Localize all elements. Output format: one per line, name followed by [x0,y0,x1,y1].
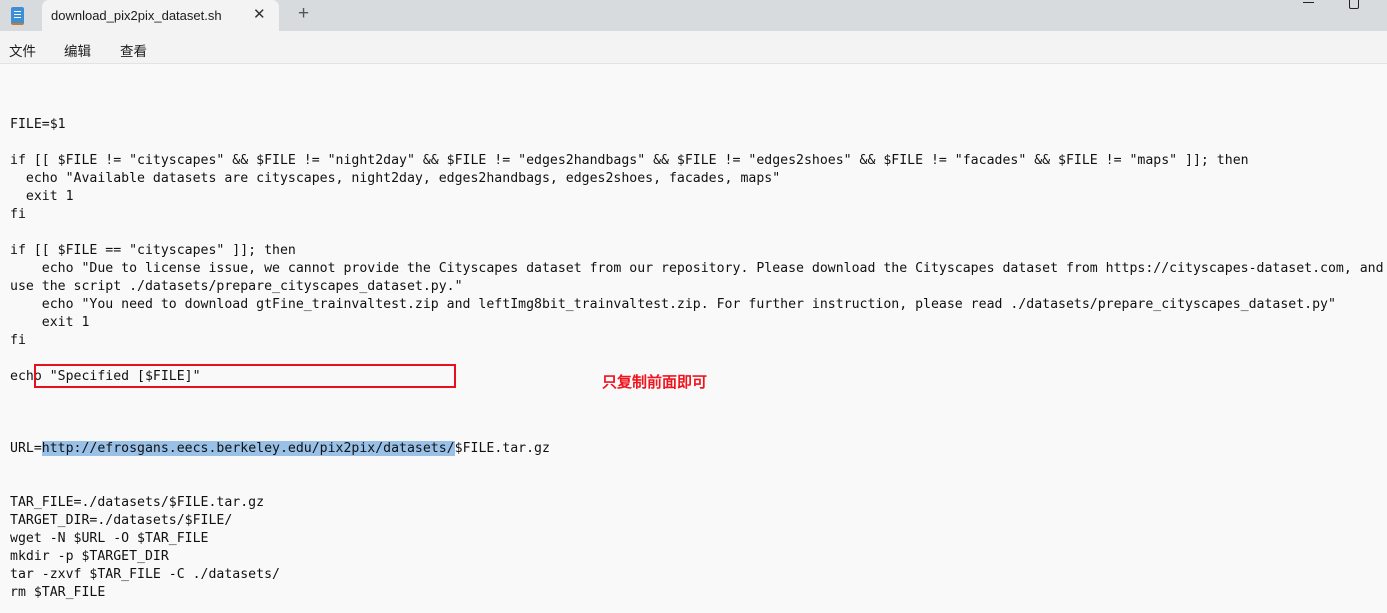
code-line: if [[ $FILE != "cityscapes" && $FILE != … [10,153,1249,168]
code-line: TARGET_DIR=./datasets/$FILE/ [10,513,233,528]
code-line: exit 1 [10,315,90,330]
annotation-text: 只复制前面即可 [602,374,708,391]
code-line: rm $TAR_FILE [10,585,106,600]
code-line: echo "Available datasets are cityscapes,… [10,171,781,186]
notepad-icon [11,7,24,25]
code-line: echo "You need to download gtFine_trainv… [10,297,1336,312]
code-line: use the script ./datasets/prepare_citysc… [10,279,463,294]
highlight-box [34,364,456,388]
code-line: echo "Due to license issue, we cannot pr… [10,261,1384,276]
tab-file[interactable]: download_pix2pix_dataset.sh ✕ [42,0,279,31]
minimize-icon[interactable] [1303,2,1314,3]
url-line: URL=http://efrosgans.eecs.berkeley.edu/p… [10,440,1384,458]
menu-edit[interactable]: 编辑 [64,40,91,60]
code-line: exit 1 [10,189,74,204]
code-line: fi [10,333,26,348]
menu-bar: 文件 编辑 查看 [0,31,1387,64]
maximize-icon[interactable] [1349,0,1359,9]
title-bar: download_pix2pix_dataset.sh ✕ + [0,0,1387,31]
menu-file[interactable]: 文件 [9,40,36,60]
code-line: fi [10,207,26,222]
menu-view[interactable]: 查看 [120,40,147,60]
code-text: FILE=$1 if [[ $FILE != "cityscapes" && $F… [10,80,1384,613]
text-editor[interactable]: FILE=$1 if [[ $FILE != "cityscapes" && $F… [0,64,1387,613]
selected-url: http://efrosgans.eecs.berkeley.edu/pix2p… [41,441,455,456]
tab-title: download_pix2pix_dataset.sh [51,8,222,23]
code-line: wget -N $URL -O $TAR_FILE [10,531,209,546]
code-line: tar -zxvf $TAR_FILE -C ./datasets/ [10,567,280,582]
close-icon[interactable]: ✕ [253,5,266,23]
url-prefix: URL= [10,441,42,456]
code-line: FILE=$1 [10,117,66,132]
code-line: if [[ $FILE == "cityscapes" ]]; then [10,243,296,258]
code-line: mkdir -p $TARGET_DIR [10,549,169,564]
code-line: TAR_FILE=./datasets/$FILE.tar.gz [10,495,265,510]
url-suffix: $FILE.tar.gz [454,441,550,456]
plus-icon[interactable]: + [298,3,309,25]
